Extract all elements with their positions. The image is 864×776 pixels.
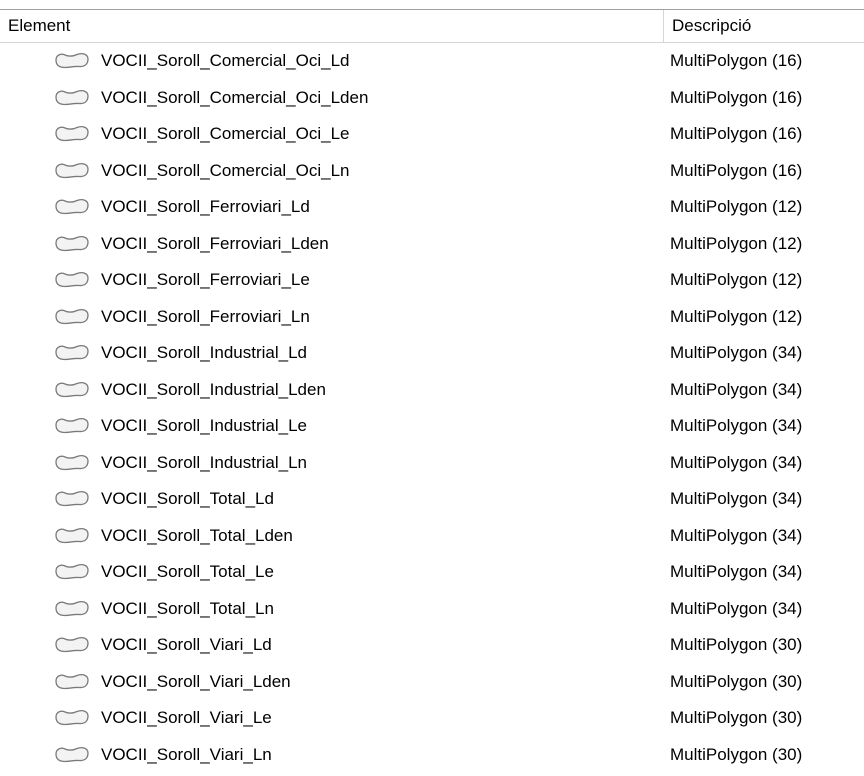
layer-row[interactable]: VOCII_Soroll_Industrial_Lden MultiPolygo… bbox=[0, 372, 864, 409]
polygon-layer-icon bbox=[55, 308, 89, 324]
layer-description: MultiPolygon (34) bbox=[670, 562, 803, 581]
polygon-layer-icon bbox=[55, 564, 89, 580]
layer-row[interactable]: VOCII_Soroll_Total_Ln MultiPolygon (34) bbox=[0, 591, 864, 628]
layer-row[interactable]: VOCII_Soroll_Industrial_Le MultiPolygon … bbox=[0, 408, 864, 445]
layer-description: MultiPolygon (30) bbox=[670, 744, 803, 764]
layer-description: MultiPolygon (34) bbox=[670, 416, 803, 435]
layer-name: VOCII_Soroll_Ferroviari_Le bbox=[101, 270, 310, 289]
layer-row[interactable]: VOCII_Soroll_Total_Ld MultiPolygon (34) bbox=[0, 481, 864, 518]
layer-description: MultiPolygon (12) bbox=[670, 306, 803, 326]
layer-row[interactable]: VOCII_Soroll_Viari_Le MultiPolygon (30) bbox=[0, 700, 864, 737]
layer-row[interactable]: VOCII_Soroll_Ferroviari_Ln MultiPolygon … bbox=[0, 299, 864, 336]
layer-description: MultiPolygon (34) bbox=[670, 525, 803, 545]
column-header-element[interactable]: Element bbox=[0, 10, 664, 42]
layer-description: MultiPolygon (34) bbox=[670, 379, 803, 399]
polygon-layer-icon bbox=[55, 600, 89, 616]
layer-row[interactable]: VOCII_Soroll_Total_Lden MultiPolygon (34… bbox=[0, 518, 864, 555]
layer-name: VOCII_Soroll_Industrial_Ln bbox=[101, 452, 308, 472]
polygon-layer-icon bbox=[55, 637, 89, 653]
layer-description: MultiPolygon (12) bbox=[670, 270, 803, 289]
layer-row[interactable]: VOCII_Soroll_Total_Le MultiPolygon (34) bbox=[0, 554, 864, 591]
layer-description: MultiPolygon (34) bbox=[670, 489, 803, 508]
polygon-layer-icon bbox=[55, 235, 89, 251]
polygon-layer-icon bbox=[55, 162, 89, 178]
polygon-layer-icon bbox=[55, 710, 89, 726]
layer-name: VOCII_Soroll_Total_Le bbox=[101, 562, 274, 581]
polygon-layer-icon bbox=[55, 454, 89, 470]
layer-row[interactable]: VOCII_Soroll_Comercial_Oci_Ld MultiPolyg… bbox=[0, 43, 864, 80]
layer-row[interactable]: VOCII_Soroll_Industrial_Ln MultiPolygon … bbox=[0, 445, 864, 482]
polygon-layer-icon bbox=[55, 53, 89, 69]
layer-description: MultiPolygon (30) bbox=[670, 635, 803, 654]
polygon-layer-icon bbox=[55, 381, 89, 397]
polygon-layer-icon bbox=[55, 199, 89, 215]
layer-description: MultiPolygon (34) bbox=[670, 343, 803, 362]
layer-name: VOCII_Soroll_Viari_Le bbox=[101, 708, 272, 727]
layer-name: VOCII_Soroll_Industrial_Lden bbox=[101, 379, 326, 399]
layer-name: VOCII_Soroll_Comercial_Oci_Lden bbox=[101, 87, 369, 107]
layer-name: VOCII_Soroll_Ferroviari_Ld bbox=[101, 197, 310, 216]
layer-name: VOCII_Soroll_Industrial_Ld bbox=[101, 343, 308, 362]
layer-name: VOCII_Soroll_Comercial_Oci_Ld bbox=[101, 51, 350, 70]
polygon-layer-icon bbox=[55, 491, 89, 507]
layer-name: VOCII_Soroll_Ferroviari_Lden bbox=[101, 233, 329, 253]
layer-description: MultiPolygon (34) bbox=[670, 598, 803, 618]
layer-name: VOCII_Soroll_Total_Lden bbox=[101, 525, 293, 545]
polygon-layer-icon bbox=[55, 673, 89, 689]
layer-name: VOCII_Soroll_Viari_Lden bbox=[101, 671, 291, 691]
layer-list: VOCII_Soroll_Comercial_Oci_Ld MultiPolyg… bbox=[0, 43, 864, 773]
layer-name: VOCII_Soroll_Industrial_Le bbox=[101, 416, 308, 435]
layer-row[interactable]: VOCII_Soroll_Ferroviari_Ld MultiPolygon … bbox=[0, 189, 864, 226]
layer-name: VOCII_Soroll_Ferroviari_Ln bbox=[101, 306, 310, 326]
layer-name: VOCII_Soroll_Viari_Ln bbox=[101, 744, 272, 764]
layer-description: MultiPolygon (16) bbox=[670, 160, 803, 180]
layer-description: MultiPolygon (16) bbox=[670, 124, 803, 143]
layer-description: MultiPolygon (34) bbox=[670, 452, 803, 472]
layer-name: VOCII_Soroll_Total_Ln bbox=[101, 598, 274, 618]
polygon-layer-icon bbox=[55, 126, 89, 142]
layer-row[interactable]: VOCII_Soroll_Viari_Ld MultiPolygon (30) bbox=[0, 627, 864, 664]
layer-description: MultiPolygon (12) bbox=[670, 197, 803, 216]
polygon-layer-icon bbox=[55, 272, 89, 288]
layer-row[interactable]: VOCII_Soroll_Ferroviari_Lden MultiPolygo… bbox=[0, 226, 864, 263]
layer-description: MultiPolygon (30) bbox=[670, 671, 803, 691]
layer-name: VOCII_Soroll_Viari_Ld bbox=[101, 635, 272, 654]
polygon-layer-icon bbox=[55, 418, 89, 434]
layer-description: MultiPolygon (12) bbox=[670, 233, 803, 253]
layer-description: MultiPolygon (16) bbox=[670, 87, 803, 107]
layer-name: VOCII_Soroll_Comercial_Oci_Le bbox=[101, 124, 350, 143]
layer-row[interactable]: VOCII_Soroll_Viari_Ln MultiPolygon (30) bbox=[0, 737, 864, 774]
layer-row[interactable]: VOCII_Soroll_Industrial_Ld MultiPolygon … bbox=[0, 335, 864, 372]
layer-description: MultiPolygon (30) bbox=[670, 708, 803, 727]
layer-tree-view[interactable]: Element Descripció VOCII_Soroll_Comercia… bbox=[0, 0, 864, 776]
polygon-layer-icon bbox=[55, 527, 89, 543]
polygon-layer-icon bbox=[55, 89, 89, 105]
polygon-layer-icon bbox=[55, 746, 89, 762]
layer-name: VOCII_Soroll_Comercial_Oci_Ln bbox=[101, 160, 350, 180]
layer-row[interactable]: VOCII_Soroll_Comercial_Oci_Ln MultiPolyg… bbox=[0, 153, 864, 190]
column-header-description[interactable]: Descripció bbox=[664, 10, 864, 42]
layer-description: MultiPolygon (16) bbox=[670, 51, 803, 70]
polygon-layer-icon bbox=[55, 345, 89, 361]
top-edge bbox=[0, 0, 864, 9]
layer-row[interactable]: VOCII_Soroll_Viari_Lden MultiPolygon (30… bbox=[0, 664, 864, 701]
layer-row[interactable]: VOCII_Soroll_Comercial_Oci_Le MultiPolyg… bbox=[0, 116, 864, 153]
layer-name: VOCII_Soroll_Total_Ld bbox=[101, 489, 274, 508]
column-header: Element Descripció bbox=[0, 9, 864, 43]
layer-row[interactable]: VOCII_Soroll_Ferroviari_Le MultiPolygon … bbox=[0, 262, 864, 299]
layer-row[interactable]: VOCII_Soroll_Comercial_Oci_Lden MultiPol… bbox=[0, 80, 864, 117]
